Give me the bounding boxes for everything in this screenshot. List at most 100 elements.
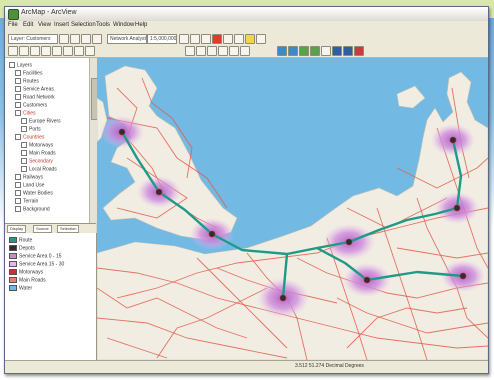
checkbox-icon[interactable] xyxy=(15,174,21,180)
open-icon[interactable] xyxy=(70,34,80,44)
depot-marker[interactable] xyxy=(208,230,216,238)
menu-edit[interactable]: Edit xyxy=(23,22,33,28)
toc-item[interactable]: Service Areas xyxy=(15,86,54,93)
globe-icon[interactable] xyxy=(277,46,287,56)
checkbox-icon[interactable] xyxy=(21,166,27,172)
tab-source[interactable]: Source xyxy=(33,225,52,233)
help-icon[interactable] xyxy=(343,46,353,56)
checkbox-icon[interactable] xyxy=(15,86,21,92)
depot-marker[interactable] xyxy=(118,128,126,136)
toc-item[interactable]: Facilities xyxy=(15,70,42,77)
find-icon[interactable] xyxy=(74,46,84,56)
checkbox-icon[interactable] xyxy=(21,158,27,164)
solve-icon[interactable] xyxy=(229,46,239,56)
tab-display[interactable]: Display xyxy=(7,225,27,233)
checkbox-icon[interactable] xyxy=(15,198,21,204)
toc-item[interactable]: Main Roads xyxy=(21,150,56,157)
model-builder-icon[interactable] xyxy=(332,46,342,56)
full-extent-icon[interactable] xyxy=(41,46,51,56)
command-line-icon[interactable] xyxy=(321,46,331,56)
checkbox-icon[interactable] xyxy=(9,62,15,68)
toc-item[interactable]: Road Network xyxy=(15,94,55,101)
checkbox-icon[interactable] xyxy=(15,190,21,196)
select-location-icon[interactable] xyxy=(207,46,217,56)
checkbox-icon[interactable] xyxy=(15,206,21,212)
checkbox-icon[interactable] xyxy=(15,94,21,100)
window-title: ArcMap - ArcView xyxy=(21,9,77,16)
editor-icon[interactable] xyxy=(256,34,266,44)
checkbox-icon[interactable] xyxy=(21,126,27,132)
scale-dropdown[interactable]: 1:5,000,000 xyxy=(147,34,177,44)
swatch-icon xyxy=(9,237,17,243)
directions-icon[interactable] xyxy=(240,46,250,56)
checkbox-icon[interactable] xyxy=(15,70,21,76)
pan-icon[interactable] xyxy=(30,46,40,56)
copy-icon[interactable] xyxy=(190,34,200,44)
toc-item[interactable]: Cities xyxy=(15,110,36,117)
network-dropdown[interactable]: Network Analyst xyxy=(107,34,147,44)
depot-marker[interactable] xyxy=(459,272,467,280)
print-icon[interactable] xyxy=(92,34,102,44)
menu-tools[interactable]: Tools xyxy=(96,22,110,28)
new-icon[interactable] xyxy=(59,34,69,44)
depot-marker[interactable] xyxy=(345,238,353,246)
cut-icon[interactable] xyxy=(179,34,189,44)
map-view[interactable] xyxy=(97,58,488,360)
toc-item[interactable]: Water Bodies xyxy=(15,190,53,197)
menu-help[interactable]: Help xyxy=(135,22,147,28)
toc-item[interactable]: Routes xyxy=(15,78,39,85)
menu-insert[interactable]: Insert xyxy=(54,22,69,28)
identify-icon[interactable] xyxy=(63,46,73,56)
menu-view[interactable]: View xyxy=(38,22,51,28)
toc-scrollbar[interactable] xyxy=(89,58,98,223)
checkbox-icon[interactable] xyxy=(15,78,21,84)
add-data-icon[interactable] xyxy=(245,34,255,44)
checkbox-icon[interactable] xyxy=(21,150,27,156)
toc-item[interactable]: Land Use xyxy=(15,182,44,189)
checkbox-icon[interactable] xyxy=(15,182,21,188)
stop-icon[interactable] xyxy=(354,46,364,56)
delete-icon[interactable] xyxy=(212,34,222,44)
menu-file[interactable]: File xyxy=(8,22,18,28)
layer-dropdown[interactable]: Layer: Customers xyxy=(8,34,58,44)
checkbox-icon[interactable] xyxy=(21,142,27,148)
measure-icon[interactable] xyxy=(85,46,95,56)
tab-selection[interactable]: Selection xyxy=(57,225,80,233)
checkbox-icon[interactable] xyxy=(15,110,21,116)
layer-icon[interactable] xyxy=(288,46,298,56)
depot-marker[interactable] xyxy=(279,294,287,302)
menu-selection[interactable]: Selection xyxy=(71,22,96,28)
toc-item[interactable]: Secondary xyxy=(21,158,53,165)
select-icon[interactable] xyxy=(52,46,62,56)
save-icon[interactable] xyxy=(81,34,91,44)
map-canvas[interactable] xyxy=(97,58,488,360)
catalog-icon[interactable] xyxy=(299,46,309,56)
toc-item[interactable]: Customers xyxy=(15,102,47,109)
toc-item[interactable]: Countries xyxy=(15,134,44,141)
toc-item[interactable]: Europe Rivers xyxy=(21,118,61,125)
toc-item[interactable]: Ports xyxy=(21,126,41,133)
toc-item[interactable]: Local Roads xyxy=(21,166,57,173)
depot-marker[interactable] xyxy=(363,276,371,284)
toc-item[interactable]: Railways xyxy=(15,174,43,181)
menu-window[interactable]: Window xyxy=(113,22,134,28)
checkbox-icon[interactable] xyxy=(15,102,21,108)
zoom-out-icon[interactable] xyxy=(19,46,29,56)
depot-marker[interactable] xyxy=(453,204,461,212)
redo-icon[interactable] xyxy=(234,34,244,44)
zoom-in-icon[interactable] xyxy=(8,46,18,56)
create-location-icon[interactable] xyxy=(196,46,206,56)
toc-item[interactable]: Terrain xyxy=(15,198,38,205)
network-window-icon[interactable] xyxy=(185,46,195,56)
checkbox-icon[interactable] xyxy=(15,134,21,140)
toc-item[interactable]: Layers xyxy=(9,62,32,69)
toolbox-icon[interactable] xyxy=(310,46,320,56)
toc-item[interactable]: Motorways xyxy=(21,142,53,149)
depot-marker[interactable] xyxy=(449,136,457,144)
undo-icon[interactable] xyxy=(223,34,233,44)
move-location-icon[interactable] xyxy=(218,46,228,56)
depot-marker[interactable] xyxy=(155,188,163,196)
checkbox-icon[interactable] xyxy=(21,118,27,124)
toc-item[interactable]: Background xyxy=(15,206,50,213)
paste-icon[interactable] xyxy=(201,34,211,44)
